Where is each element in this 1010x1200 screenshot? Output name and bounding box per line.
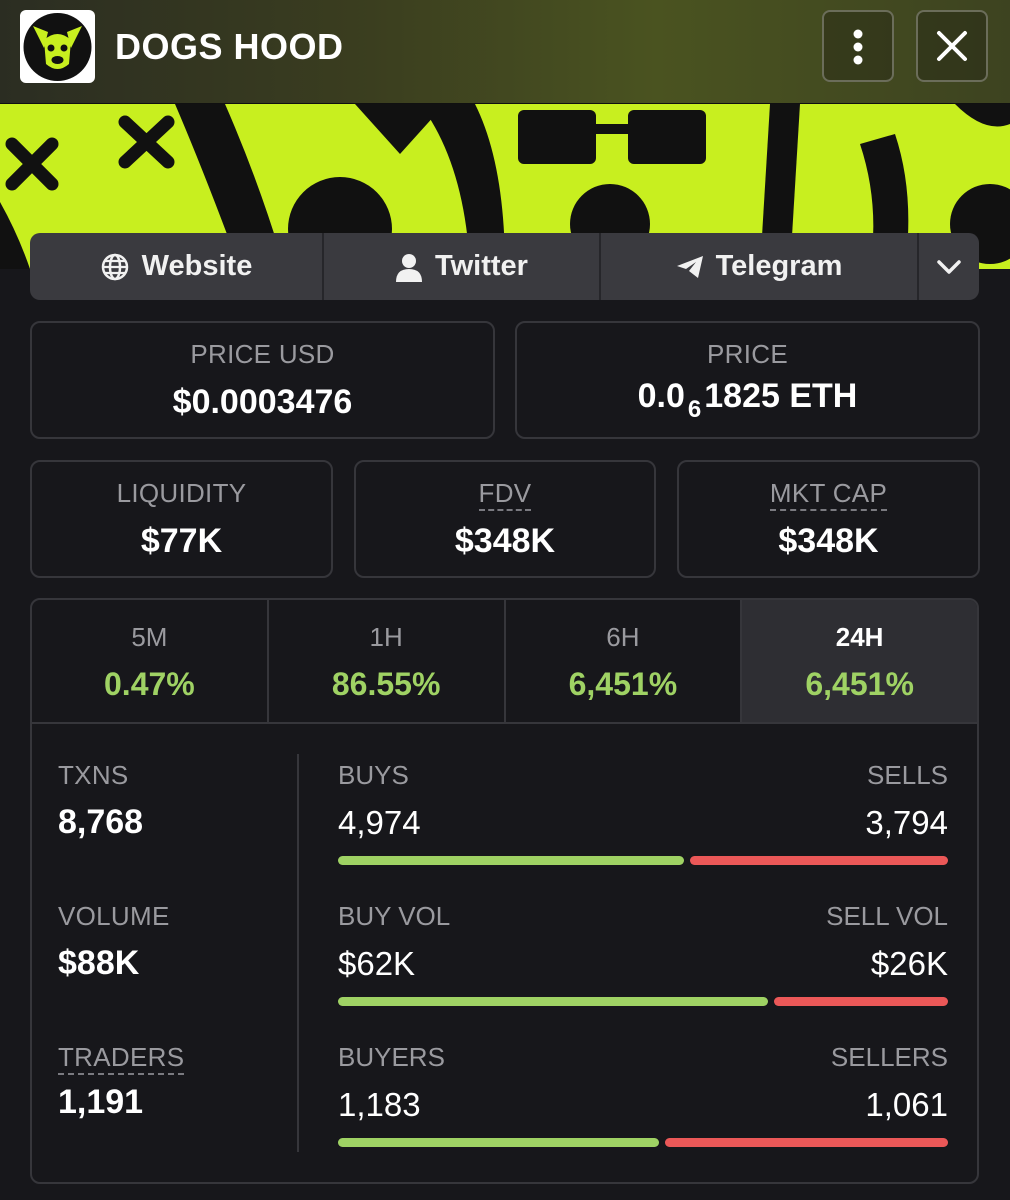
sells-bar-fill — [689, 856, 948, 865]
traders-value: 1,191 — [58, 1083, 144, 1122]
tab-change: 0.47% — [104, 666, 195, 702]
buys-label: BUYS — [338, 760, 409, 790]
price-usd-box: PRICE USD $0.0003476 — [30, 321, 495, 439]
telegram-link[interactable]: Telegram — [601, 233, 919, 300]
website-link[interactable]: Website — [30, 233, 324, 300]
fdv-value: $348K — [454, 522, 556, 560]
price-eth-suffix: 1825 ETH — [704, 377, 858, 415]
close-icon — [937, 31, 967, 61]
tab-change: 86.55% — [331, 666, 441, 702]
sell-vol-value: $26K — [870, 945, 948, 982]
telegram-icon — [676, 255, 703, 278]
buys-sells-bar — [338, 856, 948, 865]
stats-divider — [297, 754, 299, 1152]
twitter-label: Twitter — [435, 250, 528, 282]
expand-links-button[interactable] — [919, 233, 979, 300]
tab-label: 6H — [606, 622, 640, 652]
volume-value: $88K — [58, 944, 140, 982]
buy-vol-label: BUY VOL — [338, 901, 451, 931]
mkt-cap-value: $348K — [778, 522, 879, 560]
telegram-label: Telegram — [715, 250, 843, 282]
txns-metric: TXNS 8,768 — [58, 760, 143, 842]
sellers-bar-fill — [665, 1138, 948, 1147]
liquidity-value: $77K — [140, 522, 223, 560]
buyers-value: 1,183 — [338, 1086, 421, 1123]
buys-bar-fill — [338, 856, 684, 865]
txns-value: 8,768 — [58, 803, 144, 841]
sell-vol-label: SELL VOL — [826, 901, 948, 931]
tab-24h[interactable]: 24H 6,451% — [742, 600, 977, 722]
tab-change: 6,451% — [568, 666, 678, 702]
tab-label: 1H — [369, 622, 403, 652]
fdv-label: FDV — [478, 479, 532, 512]
sells-label: SELLS — [867, 760, 948, 790]
tab-change: 6,451% — [805, 666, 914, 702]
buy-sell-volume-bar — [338, 997, 948, 1006]
fdv-box[interactable]: FDV $348K — [354, 460, 656, 578]
tab-label: 24H — [835, 622, 884, 652]
volume-label: VOLUME — [58, 901, 170, 931]
price-eth-prefix: 0.0 — [637, 377, 685, 415]
buy-vol-bar-fill — [338, 997, 769, 1006]
tab-label: 5M — [131, 622, 168, 652]
more-vertical-icon — [853, 29, 863, 65]
liquidity-box: LIQUIDITY $77K — [30, 460, 333, 578]
globe-icon — [101, 253, 128, 280]
dog-face-icon — [20, 10, 95, 83]
timeframe-tabs: 5M 0.47% 1H 86.55% 6H 6,451% 24H 6,451% — [32, 600, 977, 724]
txns-label: TXNS — [58, 760, 129, 790]
chevron-down-icon — [937, 259, 961, 274]
tab-5m[interactable]: 5M 0.47% — [32, 600, 269, 722]
mkt-cap-label: MKT CAP — [769, 479, 888, 512]
social-links-bar: Website Twitter Telegram — [30, 233, 979, 300]
price-eth-value: 0.0 61825 ETH — [517, 377, 978, 423]
buyers-bar-fill — [338, 1138, 660, 1147]
user-icon — [396, 253, 423, 282]
website-label: Website — [141, 250, 253, 282]
sell-vol-bar-fill — [774, 997, 948, 1006]
sellers-value: 1,061 — [865, 1086, 948, 1123]
buys-value: 4,974 — [338, 804, 421, 841]
price-eth-subscript: 6 — [687, 396, 702, 423]
close-button[interactable] — [916, 10, 988, 82]
traders-label: TRADERS — [58, 1043, 185, 1076]
price-eth-label: PRICE — [707, 339, 788, 369]
buyers-label: BUYERS — [338, 1042, 445, 1072]
sells-value: 3,794 — [865, 804, 948, 841]
liquidity-label: LIQUIDITY — [116, 478, 247, 508]
header-bar: DOGS HOOD — [0, 0, 1010, 105]
token-title: DOGS HOOD — [115, 26, 344, 67]
price-usd-label: PRICE USD — [190, 339, 335, 369]
buyers-sellers-bar — [338, 1138, 948, 1147]
timeframe-stats-panel: 5M 0.47% 1H 86.55% 6H 6,451% 24H 6,451% … — [30, 598, 979, 1184]
mkt-cap-box[interactable]: MKT CAP $348K — [677, 460, 980, 578]
volume-metric: VOLUME $88K — [58, 901, 170, 983]
more-menu-button[interactable] — [822, 10, 894, 82]
tab-6h[interactable]: 6H 6,451% — [506, 600, 743, 722]
twitter-link[interactable]: Twitter — [324, 233, 601, 300]
price-usd-value: $0.0003476 — [172, 383, 353, 421]
sellers-label: SELLERS — [830, 1042, 948, 1072]
price-eth-box: PRICE 0.0 61825 ETH — [515, 321, 980, 439]
tab-1h[interactable]: 1H 86.55% — [269, 600, 506, 722]
buy-vol-value: $62K — [338, 945, 416, 982]
traders-metric[interactable]: TRADERS 1,191 — [58, 1042, 185, 1122]
